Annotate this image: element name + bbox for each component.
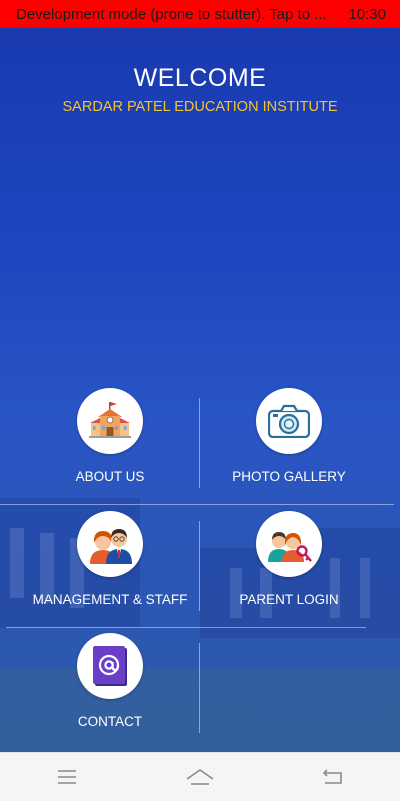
about-us-button[interactable]: ABOUT US (20, 388, 200, 484)
at-sign-icon (93, 646, 127, 686)
management-staff-label: MANAGEMENT & STAFF (32, 592, 188, 607)
school-building-icon (89, 402, 131, 438)
photo-gallery-button[interactable]: PHOTO GALLERY (199, 388, 379, 484)
parent-login-icon-circle (256, 511, 322, 577)
institute-name: SARDAR PATEL EDUCATION INSTITUTE (62, 99, 338, 115)
contact-button[interactable]: CONTACT (20, 633, 200, 729)
management-staff-icon-circle (77, 511, 143, 577)
photo-gallery-icon-circle (256, 388, 322, 454)
grid-divider-horizontal-2 (6, 627, 366, 628)
back-icon (323, 769, 343, 784)
system-navigation-bar (0, 752, 400, 801)
contact-label: CONTACT (77, 714, 143, 729)
clock: 10:30 (348, 5, 386, 23)
parent-login-label: PARENT LOGIN (239, 592, 339, 607)
management-staff-button[interactable]: MANAGEMENT & STAFF (20, 511, 200, 607)
contact-icon-circle (77, 633, 143, 699)
about-us-icon-circle (77, 388, 143, 454)
menu-button[interactable] (37, 757, 97, 797)
parent-login-button[interactable]: PARENT LOGIN (199, 511, 379, 607)
photo-gallery-label: PHOTO GALLERY (232, 469, 346, 484)
camera-icon (268, 404, 310, 438)
dev-mode-message[interactable]: Development mode (prone to stutter). Tap… (16, 6, 327, 23)
about-us-label: ABOUT US (75, 469, 145, 484)
parent-key-icon (268, 532, 312, 562)
grid-divider-horizontal-1 (0, 504, 394, 505)
home-icon (186, 769, 214, 785)
status-bar[interactable]: Development mode (prone to stutter). Tap… (0, 0, 400, 28)
home-screen: WELCOME SARDAR PATEL EDUCATION INSTITUTE (0, 28, 400, 752)
staff-people-icon (90, 529, 132, 564)
welcome-title: WELCOME (133, 64, 267, 92)
menu-icon (57, 770, 76, 784)
back-button[interactable] (303, 757, 363, 797)
home-button[interactable] (170, 757, 230, 797)
